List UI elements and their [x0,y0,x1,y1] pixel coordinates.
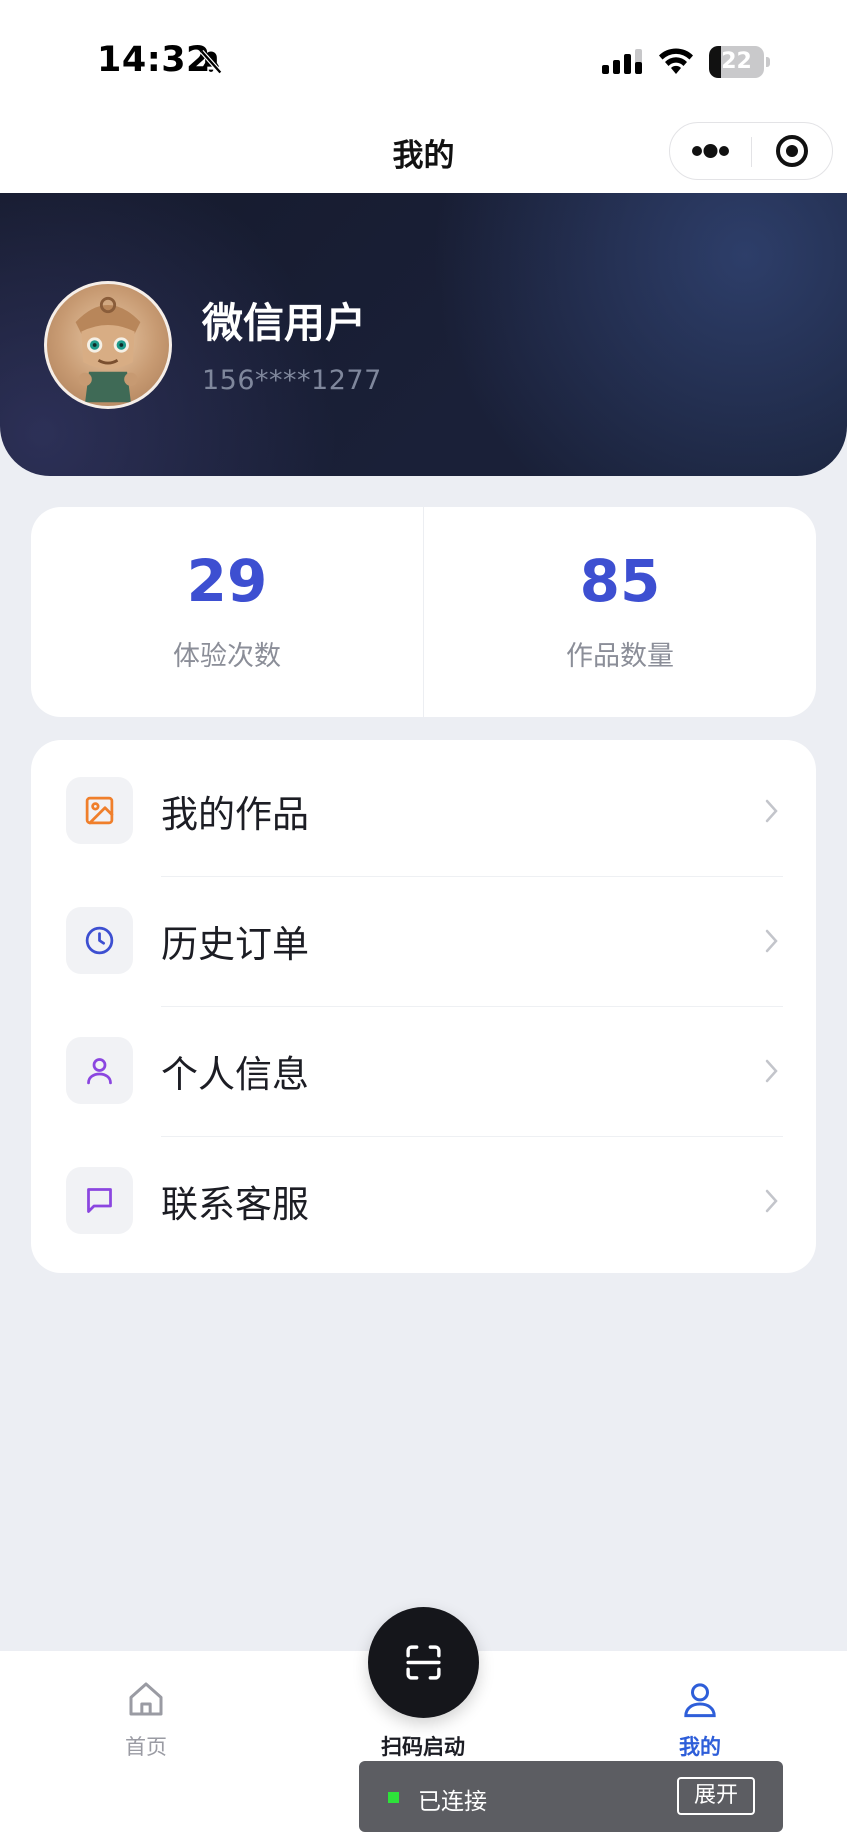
menu-icon-box [66,777,133,844]
scan-button[interactable] [368,1607,479,1718]
connection-status-text: 已连接 [418,1789,487,1815]
tab-home[interactable]: 首页 [46,1651,246,1771]
username: 微信用户 [202,299,366,347]
chevron-right-icon [765,1059,778,1083]
menu-card: 我的作品 历史订单 个人信息 联系客服 [31,740,816,1273]
expand-button[interactable]: 展开 [677,1777,755,1815]
clock-icon [85,926,114,955]
connection-indicator [388,1792,399,1803]
stat-value: 29 [186,547,268,615]
more-dots-icon [692,144,729,158]
mascot-avatar-image [75,296,141,403]
status-time: 14:32 [97,40,211,80]
user-icon [684,1683,716,1718]
scan-label: 扫码启动 [381,1735,465,1759]
stat-experience-count[interactable]: 29 体验次数 [31,507,423,717]
menu-item-personal-info[interactable]: 个人信息 [31,1000,816,1130]
connection-status-bar: 已连接 展开 [359,1761,783,1832]
menu-icon-box [66,907,133,974]
menu-item-label: 我的作品 [161,793,309,836]
battery-icon: 22 [709,46,771,78]
stat-works-count[interactable]: 85 作品数量 [424,507,816,717]
scan-icon [406,1645,441,1680]
menu-item-label: 历史订单 [161,923,309,966]
menu-item-my-works[interactable]: 我的作品 [31,740,816,870]
nav-bar: 我的 [0,110,847,193]
phone-number: 156****1277 [202,365,382,396]
image-icon [85,796,114,825]
mini-program-capsule [669,122,833,180]
chevron-right-icon [765,799,778,823]
menu-item-label: 联系客服 [161,1183,309,1226]
menu-item-label: 个人信息 [161,1053,309,1096]
user-icon [87,1058,112,1085]
stat-label: 作品数量 [566,641,674,672]
home-icon [129,1682,163,1716]
close-target-icon [776,135,808,167]
menu-icon-box [66,1167,133,1234]
tab-label: 首页 [125,1735,167,1759]
signal-icon [602,49,642,74]
stat-value: 85 [579,547,661,615]
avatar[interactable] [44,281,172,409]
battery-level: 22 [721,49,752,74]
message-icon [87,1188,112,1213]
stat-label: 体验次数 [173,641,281,672]
menu-item-order-history[interactable]: 历史订单 [31,870,816,1000]
menu-item-customer-service[interactable]: 联系客服 [31,1130,816,1260]
profile-header: 微信用户 156****1277 [0,193,847,476]
chevron-right-icon [765,1189,778,1213]
wifi-icon [659,48,693,74]
status-bar: 14:32 22 [0,0,847,110]
chevron-right-icon [765,929,778,953]
tab-label: 我的 [679,1735,721,1759]
more-button[interactable] [670,123,751,179]
menu-icon-box [66,1037,133,1104]
bell-slash-icon [199,49,223,75]
tab-mine[interactable]: 我的 [600,1651,800,1771]
stats-card: 29 体验次数 85 作品数量 [31,507,816,717]
close-button[interactable] [752,123,833,179]
